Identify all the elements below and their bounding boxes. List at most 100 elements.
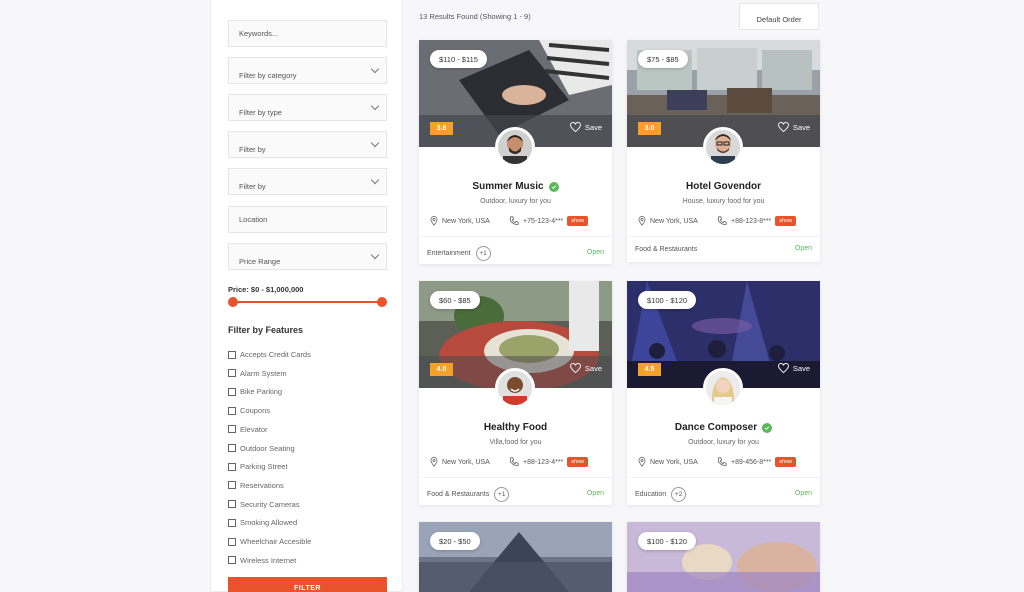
- filter-button[interactable]: FILTER: [228, 577, 387, 592]
- keywords-input[interactable]: Keywords...: [228, 20, 387, 47]
- checkbox-icon[interactable]: [228, 500, 236, 509]
- listing-title[interactable]: Dance Composer: [627, 422, 820, 433]
- price-badge: $110 - $115: [430, 50, 487, 68]
- location-input[interactable]: Location: [228, 206, 387, 233]
- price-badge: $75 - $85: [638, 50, 688, 68]
- rating-badge: 4.0: [430, 363, 453, 376]
- sort-order-select[interactable]: Default Order: [739, 3, 819, 30]
- location-text: New York, USA: [650, 217, 698, 225]
- filter-select-2-label: Filter by: [239, 181, 266, 191]
- feature-checkbox[interactable]: Accepts Credit Cards: [228, 350, 311, 359]
- feature-checkbox[interactable]: Elevator: [228, 425, 268, 434]
- features-title: Filter by Features: [228, 325, 304, 335]
- feature-checkbox[interactable]: Outdoor Seating: [228, 444, 295, 453]
- checkbox-icon[interactable]: [228, 369, 236, 378]
- checkbox-icon[interactable]: [228, 350, 236, 359]
- feature-label: Wheelchair Accesible: [240, 537, 312, 546]
- listing-title[interactable]: Hotel Govendor: [627, 181, 820, 192]
- show-phone-button[interactable]: show: [567, 457, 589, 467]
- feature-checkbox[interactable]: Wireless Internet: [228, 556, 296, 565]
- feature-checkbox[interactable]: Parking Street: [228, 462, 288, 471]
- listing-subtitle: House, luxury food for you: [682, 198, 765, 205]
- listing-card[interactable]: $20 - $50: [419, 522, 612, 592]
- feature-label: Parking Street: [240, 462, 288, 472]
- checkbox-icon[interactable]: [228, 425, 236, 434]
- phone-icon: [717, 216, 727, 225]
- save-button[interactable]: Save: [777, 363, 810, 373]
- listing-card[interactable]: $100 - $120: [627, 522, 820, 592]
- checkbox-icon[interactable]: [228, 537, 236, 546]
- listing-card[interactable]: $110 - $115 3.8 Save Summer Music Outdoo…: [419, 40, 612, 264]
- feature-checkbox[interactable]: Bike Parking: [228, 387, 282, 396]
- price-label: Price: $0 - $1,000,000: [228, 285, 304, 294]
- listing-phone: +88-123-4*** show: [509, 457, 589, 467]
- feature-checkbox[interactable]: Smoking Allowed: [228, 518, 297, 527]
- save-button[interactable]: Save: [569, 122, 602, 132]
- filter-select-2[interactable]: Filter by: [228, 168, 387, 195]
- show-phone-button[interactable]: show: [775, 216, 797, 226]
- price-badge: $20 - $50: [430, 532, 480, 550]
- location-text: New York, USA: [442, 458, 490, 466]
- listing-title[interactable]: Healthy Food: [419, 422, 612, 433]
- show-phone-button[interactable]: show: [567, 216, 589, 226]
- save-button[interactable]: Save: [777, 122, 810, 132]
- status-badge: Open: [794, 490, 812, 497]
- checkbox-icon[interactable]: [228, 481, 236, 490]
- checkbox-icon[interactable]: [228, 444, 236, 452]
- chevron-down-icon: [370, 175, 380, 185]
- more-categories-badge[interactable]: +2: [671, 487, 687, 502]
- listing-location: New York, USA: [638, 216, 698, 226]
- rating-badge: 3.0: [638, 122, 661, 135]
- listing-category[interactable]: Education +2: [635, 487, 687, 502]
- category-text: Education: [635, 491, 667, 498]
- listing-title[interactable]: Summer Music: [419, 181, 612, 192]
- listing-category[interactable]: Food & Restaurants: [635, 246, 697, 253]
- listing-card[interactable]: $60 - $85 4.0 Save Healthy Food Villa,fo…: [419, 281, 612, 505]
- divider: [419, 477, 612, 478]
- feature-label: Wireless Internet: [240, 555, 297, 565]
- filter-select-1[interactable]: Filter by: [228, 131, 387, 158]
- status-badge: Open: [794, 245, 812, 252]
- show-phone-button[interactable]: show: [775, 457, 797, 467]
- feature-checkbox[interactable]: Wheelchair Accesible: [228, 537, 311, 546]
- phone-icon: [717, 457, 727, 466]
- listing-card[interactable]: $100 - $120 4.5 Save Dance Composer Outd…: [627, 281, 820, 505]
- feature-label: Outdoor Seating: [240, 443, 295, 453]
- type-select[interactable]: Filter by type: [228, 94, 387, 121]
- price-badge: $100 - $120: [638, 532, 697, 550]
- feature-checkbox[interactable]: Alarm System: [228, 369, 287, 378]
- listing-title-text: Healthy Food: [483, 422, 548, 433]
- chevron-down-icon: [370, 250, 380, 260]
- rating-badge: 3.8: [430, 122, 453, 135]
- price-range-select[interactable]: Price Range: [228, 243, 387, 270]
- listing-card[interactable]: $75 - $85 3.0 Save Hotel Govendor House,…: [627, 40, 820, 262]
- checkbox-icon[interactable]: [228, 556, 236, 565]
- more-categories-badge[interactable]: +1: [475, 246, 491, 261]
- listing-category[interactable]: Entertainment +1: [427, 246, 491, 261]
- price-slider-min-handle[interactable]: [228, 297, 238, 307]
- price-slider-track[interactable]: [232, 301, 383, 303]
- checkbox-icon[interactable]: [228, 406, 236, 415]
- more-categories-badge[interactable]: +1: [494, 487, 510, 502]
- feature-checkbox[interactable]: Reservations: [228, 481, 284, 490]
- save-button[interactable]: Save: [569, 363, 602, 373]
- map-pin-icon: [430, 457, 438, 467]
- avatar: [495, 368, 535, 408]
- checkbox-icon[interactable]: [228, 387, 236, 396]
- checkbox-icon[interactable]: [228, 462, 236, 471]
- checkbox-icon[interactable]: [228, 518, 236, 527]
- phone-text: +75-123-4***: [523, 217, 564, 225]
- feature-label: Bike Parking: [240, 387, 283, 397]
- verified-icon: [762, 422, 773, 433]
- category-select[interactable]: Filter by category: [228, 57, 387, 84]
- feature-checkbox[interactable]: Coupons: [228, 406, 270, 415]
- feature-checkbox[interactable]: Security Cameras: [228, 500, 300, 509]
- price-slider-max-handle[interactable]: [377, 297, 387, 307]
- phone-icon: [509, 457, 519, 466]
- listing-category[interactable]: Food & Restaurants +1: [427, 487, 510, 502]
- divider: [419, 236, 612, 237]
- type-select-label: Filter by type: [239, 107, 282, 117]
- category-text: Food & Restaurants: [427, 491, 490, 498]
- save-label: Save: [584, 363, 602, 373]
- listing-subtitle: Outdoor, luxury for you: [480, 198, 551, 205]
